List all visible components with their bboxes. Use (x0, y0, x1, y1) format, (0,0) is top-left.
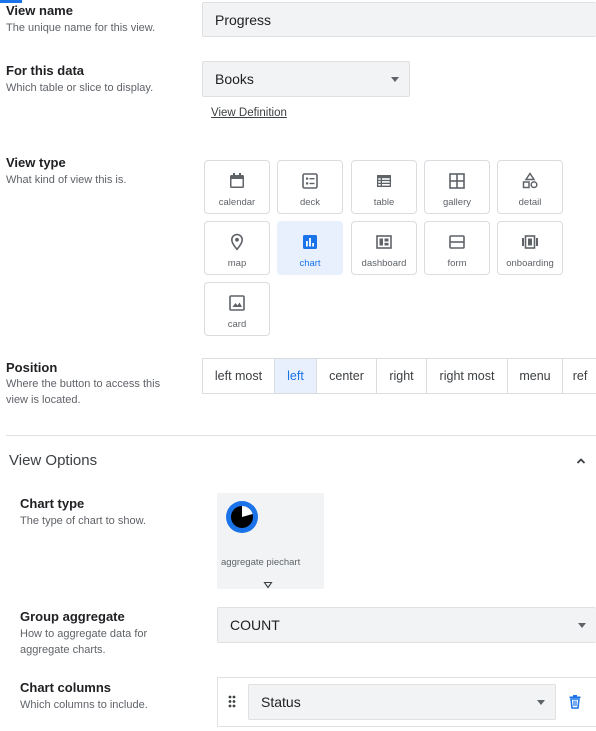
view-type-label: onboarding (506, 258, 554, 269)
group-aggregate-title: Group aggregate (20, 609, 125, 624)
position-menu[interactable]: menu (508, 359, 563, 393)
view-type-table[interactable]: table (351, 160, 417, 214)
view-type-label: map (227, 258, 247, 269)
view-type-label: detail (518, 197, 542, 208)
view-type-dashboard[interactable]: dashboard (351, 221, 417, 275)
onboarding-icon (520, 232, 540, 252)
view-type-label: deck (299, 197, 321, 208)
view-type-gallery[interactable]: gallery (424, 160, 490, 214)
view-type-label: calendar (218, 197, 256, 208)
table-select-value: Books (215, 71, 254, 87)
chart-type-desc: The type of chart to show. (20, 515, 146, 527)
group-aggregate-select[interactable]: COUNT (217, 607, 596, 643)
map-pin-icon (227, 232, 247, 252)
section-divider (6, 435, 596, 436)
chart-column-select[interactable]: Status (248, 684, 556, 720)
position-center[interactable]: center (317, 359, 377, 393)
chevron-down-icon (391, 77, 399, 82)
position-left[interactable]: left (275, 359, 317, 393)
dashboard-icon (374, 232, 394, 252)
view-type-card[interactable]: card (204, 282, 270, 336)
view-name-title: View name (6, 3, 73, 18)
view-name-desc: The unique name for this view. (6, 22, 156, 34)
position-left-most[interactable]: left most (203, 359, 275, 393)
view-type-map[interactable]: map (204, 221, 270, 275)
view-type-label: chart (299, 258, 321, 269)
chart-type-selector[interactable]: aggregate piechart (217, 493, 324, 589)
view-type-detail[interactable]: detail (497, 160, 563, 214)
for-data-title: For this data (6, 63, 85, 78)
chevron-down-icon (537, 700, 545, 705)
chart-column-row: Status (217, 677, 596, 727)
form-icon (447, 232, 467, 252)
for-data-desc: Which table or slice to display. (6, 82, 154, 94)
position-title: Position (6, 360, 58, 375)
table-select[interactable]: Books (202, 61, 410, 97)
card-icon (227, 293, 247, 313)
chevron-up-icon[interactable] (574, 454, 588, 468)
position-ref[interactable]: ref (563, 359, 596, 393)
view-type-form[interactable]: form (424, 221, 490, 275)
deck-icon (300, 171, 320, 191)
detail-icon (520, 171, 540, 191)
calendar-icon (227, 171, 247, 191)
view-name-value: Progress (215, 11, 272, 28)
group-aggregate-value: COUNT (230, 617, 280, 633)
chart-columns-desc: Which columns to include. (20, 699, 148, 711)
table-icon (374, 171, 394, 191)
chart-column-value: Status (261, 694, 301, 710)
view-type-deck[interactable]: deck (277, 160, 343, 214)
view-definition-link[interactable]: View Definition (211, 107, 287, 119)
gallery-icon (447, 171, 467, 191)
view-type-label: card (227, 319, 247, 330)
view-type-label: form (447, 258, 467, 269)
view-type-onboarding[interactable]: onboarding (497, 221, 563, 275)
dropdown-arrow-icon (263, 576, 273, 594)
view-options-title: View Options (9, 452, 98, 469)
view-type-label: gallery (443, 197, 471, 208)
drag-handle-icon[interactable] (228, 695, 236, 713)
view-type-calendar[interactable]: calendar (204, 160, 270, 214)
position-button-group: left most left center right right most m… (202, 358, 596, 394)
bar-chart-icon (300, 232, 320, 252)
position-desc: Where the button to access this view is … (6, 378, 161, 406)
chart-type-title: Chart type (20, 496, 85, 511)
chevron-down-icon (578, 623, 586, 628)
position-right-most[interactable]: right most (427, 359, 508, 393)
position-right[interactable]: right (377, 359, 427, 393)
view-type-chart[interactable]: chart (277, 221, 343, 275)
view-type-desc: What kind of view this is. (6, 174, 127, 186)
view-type-label: table (373, 197, 395, 208)
chart-columns-title: Chart columns (20, 680, 112, 695)
view-type-title: View type (6, 155, 66, 170)
view-name-input[interactable]: Progress (202, 2, 596, 37)
trash-icon[interactable] (568, 694, 582, 714)
group-aggregate-desc: How to aggregate data for aggregate char… (20, 628, 148, 656)
chart-type-value: aggregate piechart (221, 557, 301, 568)
view-type-label: dashboard (361, 258, 407, 269)
pie-chart-icon (225, 500, 259, 539)
